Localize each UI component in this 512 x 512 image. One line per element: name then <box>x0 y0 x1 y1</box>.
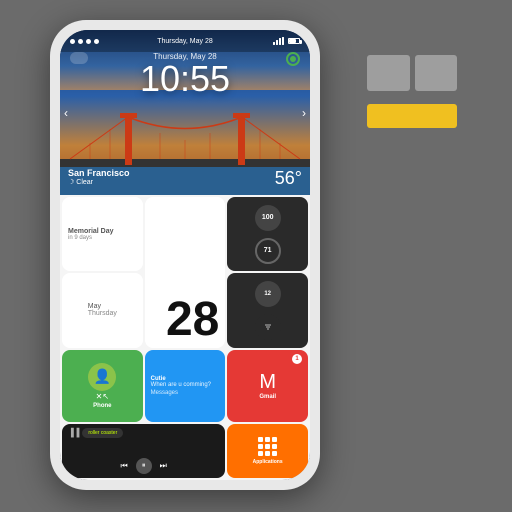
weather-city: San Francisco <box>68 168 130 178</box>
grid-dot-3 <box>272 437 277 442</box>
date-number: 28 <box>166 296 219 344</box>
gmail-badge: 1 <box>292 354 302 364</box>
logo-block-yellow <box>367 104 457 128</box>
weather-temp: 56° <box>275 168 302 189</box>
status-left-icons <box>70 39 99 44</box>
widget-phone[interactable]: 👤 ✕↖ Phone <box>62 350 143 422</box>
message-text: When are u comming? <box>151 382 211 388</box>
status-ring <box>286 52 300 66</box>
moon-icon: ☽ <box>68 178 74 186</box>
memorial-sub: in 9 days <box>68 235 92 241</box>
widget-music[interactable]: ▐▐ roller coaster ⏮ ⏸ ⏭ <box>62 424 225 478</box>
widget-circles-2[interactable]: 12 <box>227 273 308 347</box>
status-date: Thursday, May 28 <box>157 38 213 45</box>
gmail-widget-label: Gmail <box>259 394 276 400</box>
signal-icon <box>273 37 285 45</box>
widgets-grid: Memorial Day in 9 days 28 100 71 May Thu… <box>60 195 310 480</box>
circle-btn-71[interactable]: 71 <box>255 238 281 264</box>
condition-label: Clear <box>76 179 93 186</box>
logo-block-1 <box>415 55 458 91</box>
next-button[interactable]: ⏭ <box>160 461 167 471</box>
grid-dot-4 <box>258 444 263 449</box>
equalizer-icon: ▐▐ <box>68 428 79 437</box>
weather-overlay: San Francisco ☽ Clear <box>68 168 130 186</box>
grid-dot-8 <box>265 451 270 456</box>
weather-condition: ☽ Clear <box>68 178 130 186</box>
apps-widget-label: Applications <box>253 459 283 465</box>
status-bar: Thursday, May 28 <box>60 30 310 52</box>
apps-grid-icon <box>258 437 277 456</box>
widget-memorial[interactable]: Memorial Day in 9 days <box>62 197 143 271</box>
widget-date-number[interactable]: 28 <box>145 197 226 348</box>
hero-nav-left[interactable]: ‹ <box>64 106 68 120</box>
status-icon-3 <box>86 39 91 44</box>
grid-dot-6 <box>272 444 277 449</box>
song-pill: roller coaster <box>82 428 123 438</box>
messages-widget-label: Messages <box>151 390 178 396</box>
grid-dot-5 <box>265 444 270 449</box>
hero-nav-right[interactable]: › <box>302 106 306 120</box>
app-logo <box>367 55 457 145</box>
grid-dot-2 <box>265 437 270 442</box>
gmail-icon: M <box>259 372 276 392</box>
status-icon-4 <box>94 39 99 44</box>
day-label: Thursday <box>88 310 117 317</box>
battery-icon <box>288 38 300 44</box>
pill-indicator <box>70 52 88 64</box>
widget-messages[interactable]: Cutie When are u comming? Messages <box>145 350 226 422</box>
music-controls: ⏮ ⏸ ⏭ <box>68 458 219 474</box>
circle-btn-12[interactable]: 12 <box>255 281 281 307</box>
grid-dot-9 <box>272 451 277 456</box>
status-icon-2 <box>78 39 83 44</box>
phone-screen: Thursday, May 28 <box>60 30 310 480</box>
month-label: May <box>88 303 117 310</box>
widget-gmail[interactable]: 1 M Gmail <box>227 350 308 422</box>
filter-icon <box>263 322 273 332</box>
widget-month-day[interactable]: May Thursday <box>62 273 143 347</box>
music-top-bar: ▐▐ roller coaster <box>68 428 219 438</box>
phone-widget-label: Phone <box>93 403 111 409</box>
avatar-emoji: 👤 <box>94 368 111 385</box>
song-name: roller coaster <box>88 430 117 436</box>
play-pause-button[interactable]: ⏸ <box>136 458 152 474</box>
memorial-label: Memorial Day <box>68 228 114 235</box>
screen: Thursday, May 28 <box>0 0 512 512</box>
logo-block-3 <box>367 55 410 91</box>
grid-dot-1 <box>258 437 263 442</box>
widget-applications[interactable]: Applications <box>227 424 308 478</box>
contact-avatar: 👤 <box>88 363 116 391</box>
widget-circles-1[interactable]: 100 71 <box>227 197 308 271</box>
missed-call-icon: ✕↖ <box>96 392 109 401</box>
status-right-icons <box>273 37 300 45</box>
grid-dot-7 <box>258 451 263 456</box>
phone-frame: Thursday, May 28 <box>50 20 320 490</box>
filter-btn[interactable] <box>255 314 281 340</box>
circle-btn-100[interactable]: 100 <box>255 205 281 231</box>
status-icon-1 <box>70 39 75 44</box>
prev-button[interactable]: ⏮ <box>120 461 127 471</box>
